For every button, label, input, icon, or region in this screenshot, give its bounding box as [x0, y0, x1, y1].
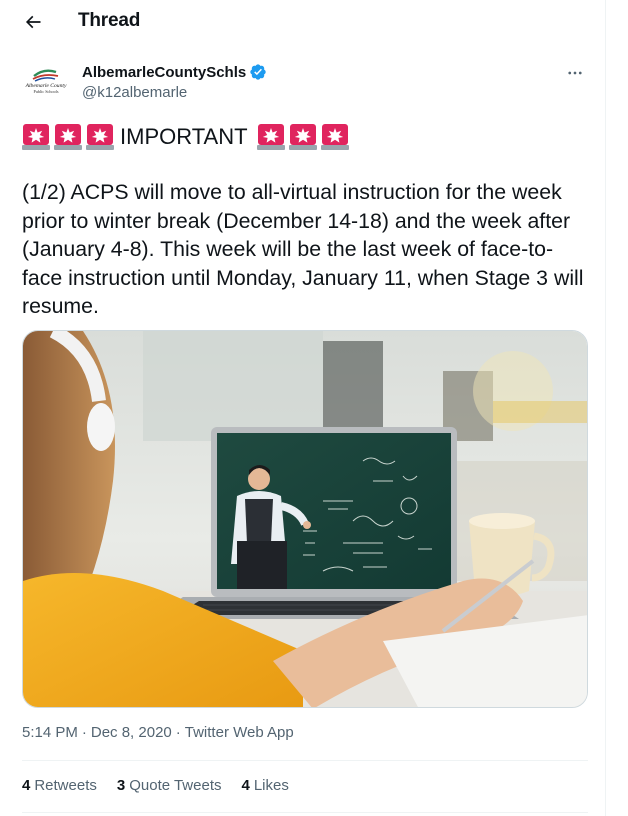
- user-handle[interactable]: @k12albemarle: [82, 84, 187, 101]
- avatar-line-2: Public Schools: [33, 89, 58, 94]
- tweet-meta: 5:14 PM · Dec 8, 2020 · Twitter Web App: [22, 724, 294, 741]
- retweets-label: Retweets: [34, 777, 97, 794]
- tweet-stats: 4 Retweets 3 Quote Tweets 4 Likes: [22, 777, 289, 794]
- page-title: Thread: [78, 10, 141, 31]
- retweets-link[interactable]: 4 Retweets: [22, 777, 97, 794]
- tweet-text: (1/2) ACPS will move to all-virtual inst…: [22, 180, 584, 318]
- tweet-date[interactable]: Dec 8, 2020: [91, 724, 172, 741]
- rotating-light-icon: [22, 124, 114, 150]
- meta-separator: ·: [175, 724, 181, 741]
- verified-badge-icon: [250, 64, 266, 80]
- tweet-source[interactable]: Twitter Web App: [185, 724, 294, 741]
- important-line: IMPORTANT: [22, 122, 349, 152]
- quote-tweets-label: Quote Tweets: [129, 777, 222, 794]
- tweet-author: Albemarle County Public Schools Albemarl…: [22, 60, 592, 110]
- back-button[interactable]: [17, 6, 49, 38]
- tweet-photo[interactable]: [22, 330, 588, 708]
- display-name[interactable]: AlbemarleCountySchls: [82, 63, 267, 81]
- tweet-time[interactable]: 5:14 PM: [22, 724, 78, 741]
- likes-count: 4: [241, 777, 250, 794]
- more-options-button[interactable]: [562, 60, 588, 86]
- likes-link[interactable]: 4 Likes: [242, 777, 289, 794]
- divider: [22, 760, 588, 761]
- meta-separator: ·: [81, 724, 87, 741]
- rotating-light-icon: [256, 124, 349, 150]
- important-label: IMPORTANT: [120, 124, 248, 149]
- thread-header: Thread: [0, 0, 606, 44]
- divider: [22, 812, 588, 813]
- arrow-left-icon: [25, 15, 41, 29]
- classroom-laptop-photo: [23, 331, 587, 707]
- thread-column: Thread Albemarle County Public Schools A…: [0, 0, 606, 816]
- retweets-count: 4: [22, 777, 31, 794]
- quote-tweets-count: 3: [116, 777, 126, 794]
- display-name-text: AlbemarleCountySchls: [82, 63, 247, 81]
- school-logo-icon: Albemarle County Public Schools: [22, 62, 70, 110]
- quote-tweets-link[interactable]: 3 Quote Tweets: [117, 777, 222, 794]
- likes-label: Likes: [253, 777, 289, 794]
- more-dots-icon: [568, 71, 582, 75]
- avatar[interactable]: Albemarle County Public Schools: [22, 62, 70, 110]
